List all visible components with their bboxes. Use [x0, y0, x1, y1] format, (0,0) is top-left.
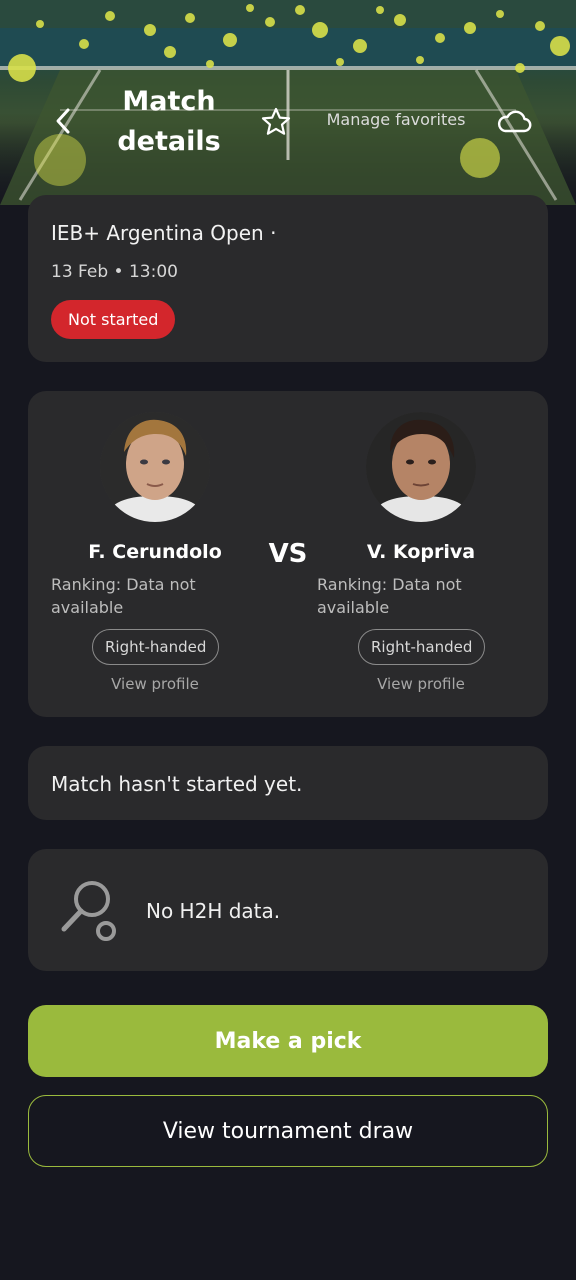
h2h-text: No H2H data. — [146, 899, 281, 923]
match-datetime: 13 Feb • 13:00 — [51, 262, 178, 282]
status-badge: Not started — [51, 300, 176, 339]
handedness-chip: Right-handed — [358, 629, 486, 665]
view-profile-link[interactable]: View profile — [28, 673, 282, 695]
player-portrait-image — [100, 412, 210, 522]
back-button[interactable] — [46, 102, 80, 140]
player-ranking: Ranking: Data not available — [51, 575, 196, 617]
h2h-card: No H2H data. — [28, 849, 548, 971]
player-left: F. Cerundolo Ranking: Data not available… — [28, 391, 282, 717]
match-status-text: Match hasn't started yet. — [51, 772, 303, 796]
tournament-card: IEB+ Argentina Open · 13 Feb • 13:00 Not… — [28, 195, 548, 362]
player-ranking: Ranking: Data not available — [317, 575, 462, 617]
tournament-name: IEB+ Argentina Open · — [51, 221, 277, 245]
cloud-icon — [497, 110, 532, 133]
player-right: V. Kopriva Ranking: Data not available R… — [294, 391, 548, 717]
star-icon — [261, 107, 291, 135]
manage-favorites-link[interactable]: Manage favorites — [318, 108, 474, 132]
player-name: F. Cerundolo — [88, 541, 222, 563]
player-portrait-image — [366, 412, 476, 522]
match-status-card: Match hasn't started yet. — [28, 746, 548, 820]
tennis-racket-icon — [61, 881, 116, 941]
view-profile-link[interactable]: View profile — [294, 673, 548, 695]
favorite-button[interactable] — [258, 104, 294, 140]
make-pick-button[interactable]: Make a pick — [28, 1005, 548, 1077]
header: Match details Manage favorites — [0, 0, 576, 205]
avatar[interactable] — [100, 412, 210, 522]
player-name: V. Kopriva — [366, 541, 476, 563]
players-card: F. Cerundolo Ranking: Data not available… — [28, 391, 548, 717]
handedness-chip: Right-handed — [92, 629, 220, 665]
header-bar: Match details Manage favorites — [0, 80, 576, 160]
avatar[interactable] — [366, 412, 476, 522]
chevron-left-icon — [56, 108, 70, 134]
weather-button[interactable] — [494, 104, 534, 138]
view-tournament-draw-button[interactable]: View tournament draw — [28, 1095, 548, 1167]
page-title: Match details — [117, 86, 221, 157]
